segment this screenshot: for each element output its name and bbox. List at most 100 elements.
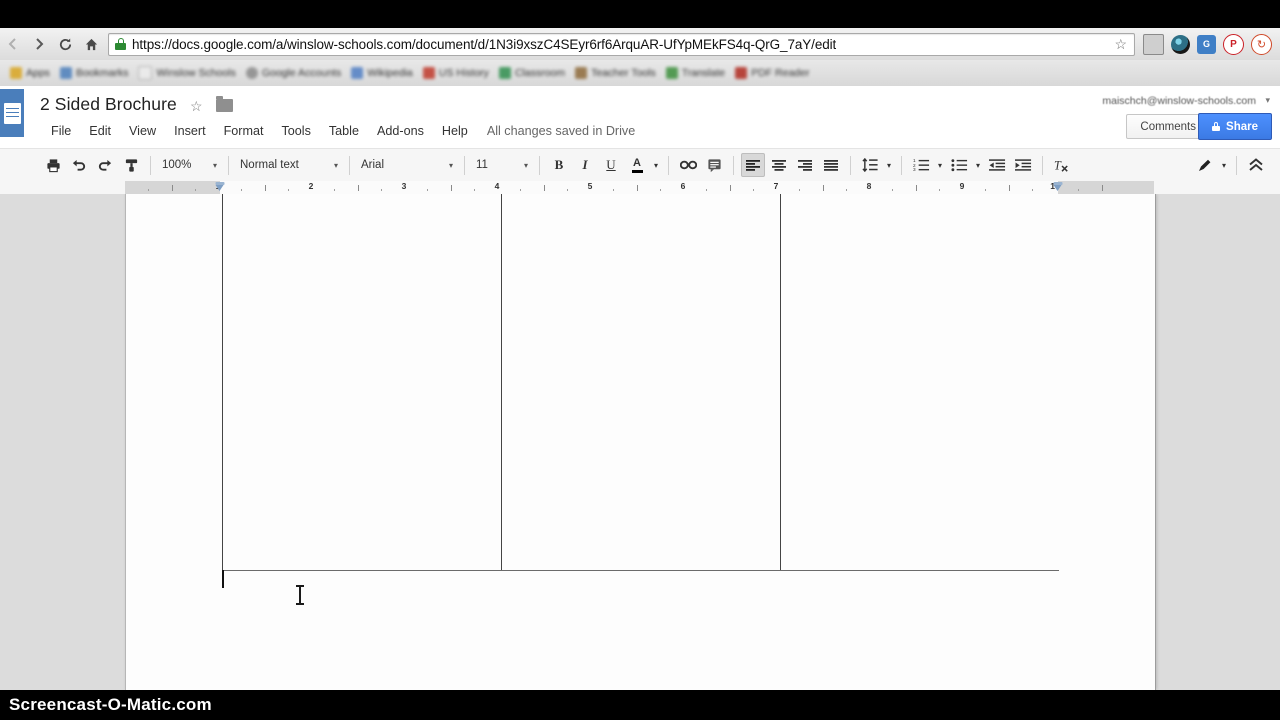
bookmark-favicon (138, 66, 153, 80)
chevron-down-icon[interactable]: ▾ (973, 153, 983, 177)
rotate-icon[interactable]: ↻ (1251, 33, 1272, 55)
font-size-dropdown[interactable]: 11 ▾ (471, 154, 533, 176)
table-column-3[interactable] (780, 194, 1060, 571)
menu-insert[interactable]: Insert (165, 122, 215, 140)
bulleted-list-icon[interactable] (947, 153, 971, 177)
align-center-icon[interactable] (767, 153, 791, 177)
left-margin-marker[interactable] (215, 181, 225, 192)
ruler[interactable]: 1 2 3 4 5 6 7 8 9 10 (0, 181, 1280, 195)
ruler-tick-major (450, 185, 452, 191)
right-margin-marker[interactable] (1053, 181, 1063, 192)
chevron-down-icon: ▾ (448, 160, 453, 170)
brochure-table[interactable] (222, 194, 1059, 571)
numbered-list-icon[interactable]: 123 (909, 153, 933, 177)
bookmark-label: Bookmarks (75, 67, 129, 79)
page-title[interactable]: 2 Sided Brochure (40, 94, 177, 115)
bookmark-item[interactable]: Classroom (498, 67, 566, 79)
align-left-icon[interactable] (741, 153, 765, 177)
account-email[interactable]: maischch@winslow-schools.com (1102, 95, 1256, 107)
text-caret (222, 570, 224, 588)
bookmark-label: Classroom (514, 67, 566, 79)
home-button[interactable] (78, 31, 104, 57)
ruler-tick-major (171, 185, 173, 191)
move-to-folder-icon[interactable] (216, 96, 233, 112)
bookmark-item[interactable]: Winslow Schools (138, 66, 236, 80)
bookmark-label: Teacher Tools (591, 67, 656, 79)
italic-icon[interactable]: I (573, 153, 597, 177)
grammarly-icon[interactable]: G (1197, 34, 1216, 54)
collapse-toolbar-icon[interactable] (1244, 153, 1268, 177)
undo-icon[interactable] (67, 153, 91, 177)
bookmark-item[interactable]: US History (422, 67, 489, 79)
chevron-down-icon[interactable]: ▾ (651, 153, 661, 177)
bookmark-label: Wikipedia (367, 67, 413, 79)
menu-format[interactable]: Format (215, 122, 273, 140)
menu-tools[interactable]: Tools (272, 122, 319, 140)
menu-view[interactable]: View (120, 122, 165, 140)
ruler-tick-minor (706, 189, 708, 191)
align-right-icon[interactable] (793, 153, 817, 177)
table-column-1[interactable] (222, 194, 502, 571)
bookmark-item[interactable]: Translate (665, 67, 725, 79)
font-family-dropdown[interactable]: Arial ▾ (356, 154, 458, 176)
menu-file[interactable]: File (42, 122, 80, 140)
zoom-level-dropdown[interactable]: 100% ▾ (157, 154, 222, 176)
menu-edit[interactable]: Edit (80, 122, 120, 140)
extension-icons: G P ↻ (1143, 33, 1280, 55)
google-docs-icon[interactable] (0, 89, 24, 137)
bookmark-item[interactable]: PDF Reader (735, 67, 809, 79)
svg-text:T: T (1054, 158, 1062, 172)
reload-button[interactable] (52, 31, 78, 57)
ruler-outside-left (125, 181, 220, 194)
bookmark-item[interactable]: Wikipedia (351, 67, 413, 79)
redo-icon[interactable] (93, 153, 117, 177)
pinterest-icon[interactable]: P (1223, 33, 1244, 55)
menu-help[interactable]: Help (433, 122, 477, 140)
toolbar-separator (668, 155, 669, 175)
paint-format-icon[interactable] (119, 153, 143, 177)
bookmarks-bar: Apps Bookmarks Winslow Schools Google Ac… (0, 60, 1280, 87)
back-button[interactable] (0, 31, 26, 57)
chevron-down-icon[interactable]: ▾ (884, 153, 894, 177)
ruler-number: 3 (401, 181, 407, 191)
ruler-tick-major (264, 185, 266, 191)
bookmark-star-icon[interactable]: ☆ (1114, 36, 1130, 53)
table-column-2[interactable] (501, 194, 781, 571)
chevron-down-icon[interactable]: ▾ (1265, 95, 1270, 106)
insert-comment-icon[interactable] (702, 153, 726, 177)
bookmark-item[interactable]: Google Accounts (245, 67, 341, 79)
print-icon[interactable] (41, 153, 65, 177)
camera-icon[interactable] (1171, 34, 1190, 54)
bookmark-item[interactable]: Bookmarks (59, 67, 129, 79)
ruler-number: 4 (494, 181, 500, 191)
line-spacing-icon[interactable] (858, 153, 882, 177)
edit-mode-pencil-icon[interactable] (1193, 153, 1217, 177)
decrease-indent-icon[interactable] (985, 153, 1009, 177)
star-icon[interactable]: ☆ (190, 98, 203, 115)
menu-add-ons[interactable]: Add-ons (368, 122, 433, 140)
document-page[interactable] (125, 194, 1156, 690)
toolbar-separator (850, 155, 851, 175)
chevron-down-icon[interactable]: ▾ (935, 153, 945, 177)
align-justify-icon[interactable] (819, 153, 843, 177)
screen-capture-icon[interactable] (1143, 33, 1164, 55)
menu-bar: File Edit View Insert Format Tools Table… (42, 122, 645, 140)
text-color-icon[interactable]: A (625, 153, 649, 177)
bookmark-item[interactable]: Apps (10, 67, 50, 79)
address-bar[interactable]: https://docs.google.com/a/winslow-school… (108, 32, 1135, 56)
toolbar-separator (539, 155, 540, 175)
bold-icon[interactable]: B (547, 153, 571, 177)
clear-formatting-icon[interactable]: T (1050, 153, 1074, 177)
menu-table[interactable]: Table (320, 122, 368, 140)
ruler-tick-major (636, 185, 638, 191)
forward-button[interactable] (26, 31, 52, 57)
paragraph-style-dropdown[interactable]: Normal text ▾ (235, 154, 343, 176)
insert-link-icon[interactable] (676, 153, 700, 177)
bookmark-favicon (59, 67, 72, 79)
bookmark-item[interactable]: Teacher Tools (575, 67, 656, 79)
increase-indent-icon[interactable] (1011, 153, 1035, 177)
chevron-down-icon[interactable]: ▾ (1219, 153, 1229, 177)
underline-icon[interactable]: U (599, 153, 623, 177)
share-button[interactable]: Share (1198, 113, 1272, 140)
document-canvas[interactable] (0, 194, 1280, 690)
